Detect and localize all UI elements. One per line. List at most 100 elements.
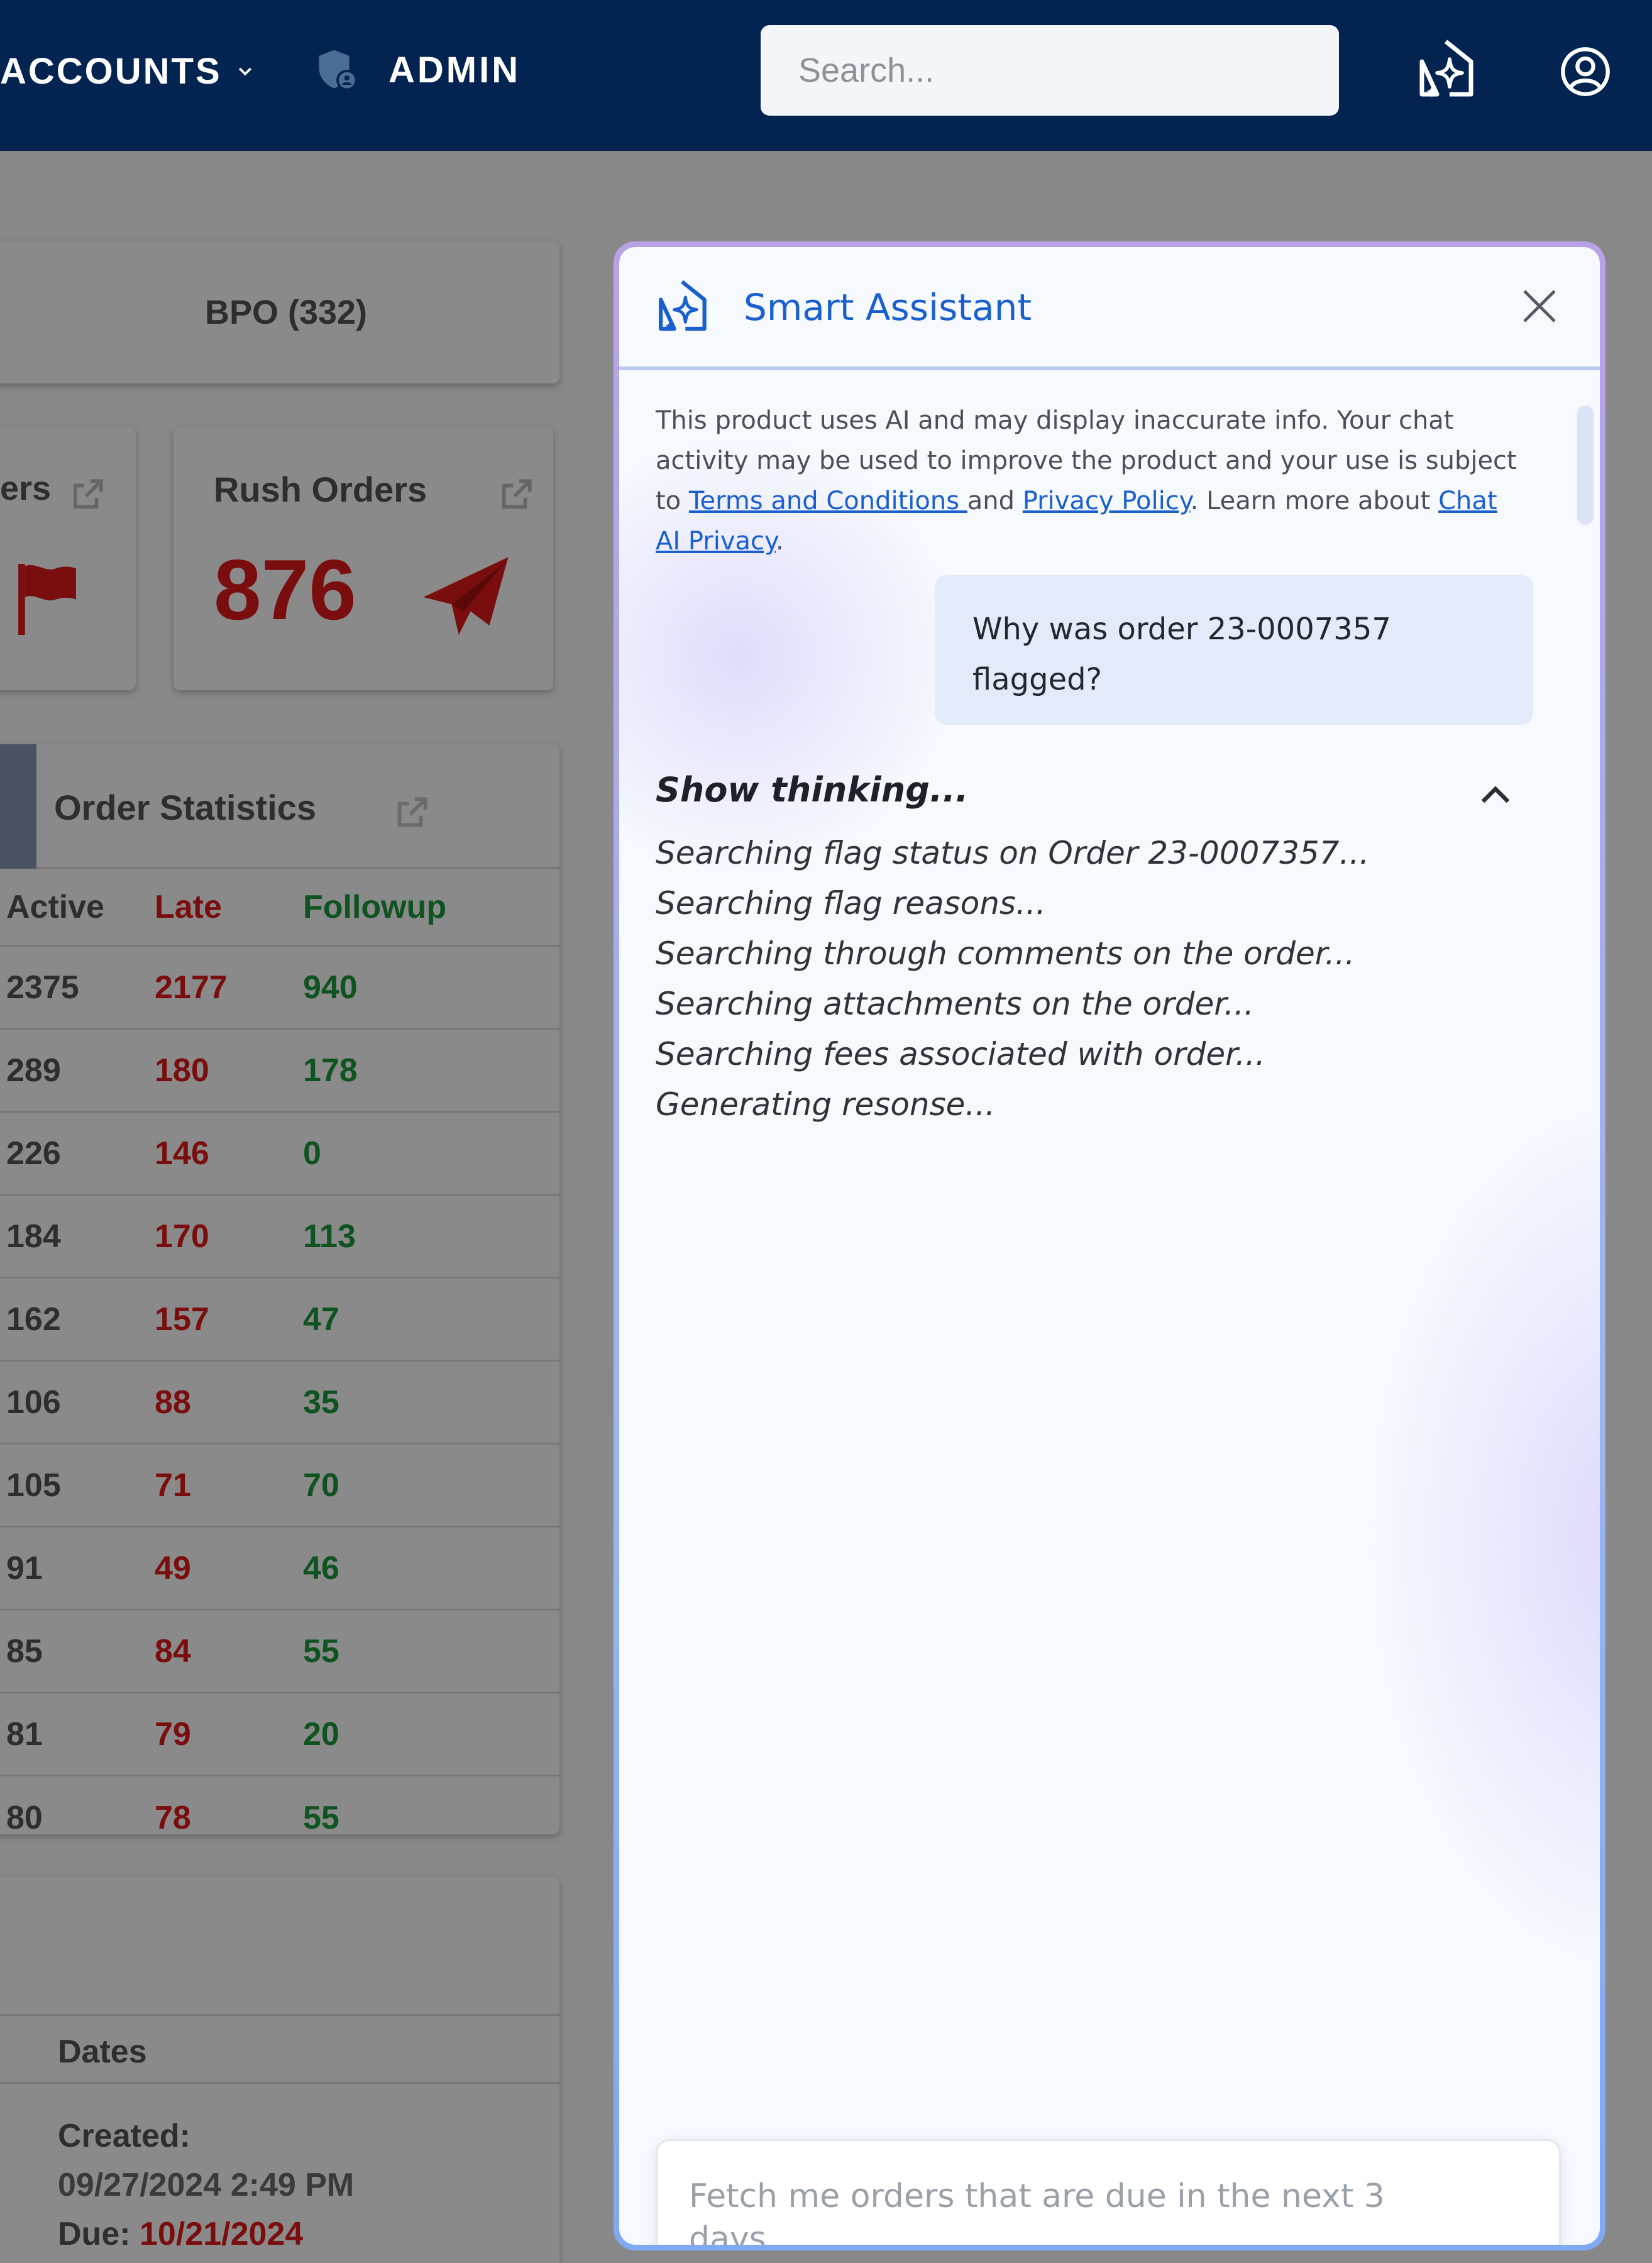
created-label: Created:	[58, 2118, 190, 2154]
table-row[interactable]: 81 79 20	[0, 1693, 559, 1776]
cell-active: 184	[6, 1218, 61, 1255]
external-link-icon[interactable]	[498, 476, 534, 513]
cell-late: 180	[155, 1052, 209, 1089]
table-row[interactable]: 184 170 113	[0, 1196, 559, 1279]
created-value: 09/27/2024 2:49 PM	[58, 2167, 355, 2203]
cell-active: 81	[6, 1715, 43, 1753]
table-row[interactable]: 91 49 46	[0, 1528, 559, 1611]
ai-home-sparkle-icon[interactable]	[1414, 36, 1477, 106]
cell-late: 170	[155, 1218, 209, 1255]
cell-late: 146	[155, 1135, 209, 1172]
due-value: 10/21/2024	[140, 2216, 304, 2252]
search-input[interactable]	[761, 25, 1339, 116]
thinking-step: Generating resonse...	[656, 1086, 996, 1123]
table-row[interactable]: 226 146 0	[0, 1113, 559, 1196]
paper-plane-icon	[423, 557, 509, 635]
assistant-header: Smart Assistant	[619, 247, 1600, 370]
cell-followup: 55	[303, 1633, 339, 1670]
thinking-steps-list: Searching flag status on Order 23-000735…	[656, 828, 1369, 1130]
cell-late: 78	[155, 1800, 191, 1834]
rush-orders-count: 876	[214, 542, 356, 637]
table-row[interactable]: 162 157 47	[0, 1279, 559, 1362]
cell-active: 105	[6, 1467, 61, 1504]
table-row[interactable]: 289 180 178	[0, 1030, 559, 1113]
dates-header: Dates	[58, 2034, 147, 2070]
show-thinking-toggle[interactable]: Show thinking...	[656, 770, 968, 810]
disclaimer-text: .	[776, 527, 784, 556]
thinking-step: Searching flag reasons...	[656, 885, 1046, 922]
divider	[0, 2082, 559, 2084]
thinking-step: Searching fees associated with order...	[656, 1036, 1265, 1072]
nav-admin-link[interactable]: ADMIN	[314, 47, 520, 93]
user-account-icon[interactable]	[1559, 45, 1612, 98]
cell-active: 162	[6, 1301, 61, 1338]
terms-link[interactable]: Terms and Conditions	[689, 487, 967, 515]
chevron-down-icon	[238, 67, 251, 75]
cell-late: 2177	[155, 969, 228, 1006]
close-icon[interactable]	[1519, 286, 1560, 326]
table-row[interactable]: 2375 2177 940	[0, 947, 559, 1030]
user-message-bubble: Why was order 23-0007357 flagged?	[935, 575, 1533, 725]
divider	[0, 2014, 559, 2016]
cell-late: 88	[155, 1384, 191, 1421]
cell-followup: 178	[303, 1052, 358, 1089]
cell-active: 80	[6, 1800, 43, 1834]
smart-assistant-panel: Smart Assistant This product uses AI and…	[614, 241, 1605, 2250]
flagged-orders-tile[interactable]: ers	[0, 427, 136, 690]
table-row[interactable]: 106 88 35	[0, 1362, 559, 1445]
bpo-card[interactable]: BPO (332)	[0, 241, 559, 383]
due-label: Due:	[58, 2216, 131, 2252]
order-statistics-card: Order Statistics Active Late Followup 23…	[0, 744, 559, 1834]
external-link-icon[interactable]	[394, 795, 430, 831]
rush-orders-tile[interactable]: Rush Orders 876	[173, 427, 553, 690]
smart-assistant-body: Smart Assistant This product uses AI and…	[619, 247, 1600, 2245]
rush-orders-title: Rush Orders	[214, 470, 427, 509]
cell-active: 106	[6, 1384, 61, 1421]
cell-followup: 46	[303, 1550, 339, 1587]
cell-followup: 113	[303, 1218, 356, 1255]
column-header-late[interactable]: Late	[155, 888, 222, 926]
chat-input[interactable]	[689, 2175, 1431, 2245]
cell-active: 91	[6, 1550, 43, 1587]
due-row: Due: 10/21/2024	[58, 2215, 303, 2253]
cell-followup: 20	[303, 1715, 339, 1753]
cell-followup: 55	[303, 1800, 339, 1834]
cell-active: 2375	[6, 969, 79, 1006]
ai-home-sparkle-icon	[659, 280, 707, 333]
tile-title: ers	[0, 470, 52, 507]
table-header-row: Active Late Followup	[0, 869, 559, 947]
table-row[interactable]: 80 78 55	[0, 1776, 559, 1834]
nav-admin-label: ADMIN	[388, 49, 521, 91]
disclaimer-text: and	[967, 487, 1023, 515]
table-row[interactable]: 85 84 55	[0, 1611, 559, 1693]
cell-followup: 0	[303, 1135, 321, 1172]
thinking-step: Searching flag status on Order 23-000735…	[656, 835, 1370, 871]
ai-disclaimer: This product uses AI and may display ina…	[656, 400, 1523, 561]
cell-late: 71	[155, 1467, 191, 1504]
chevron-up-icon[interactable]	[1477, 776, 1514, 814]
message-composer	[656, 2139, 1561, 2245]
nav-accounts-label: ACCOUNTS	[0, 51, 222, 92]
cell-late: 49	[155, 1550, 191, 1587]
assistant-title: Smart Assistant	[744, 286, 1032, 329]
cell-late: 84	[155, 1633, 191, 1670]
table-row[interactable]: 105 71 70	[0, 1445, 559, 1528]
cell-followup: 35	[303, 1384, 339, 1421]
flag-icon	[18, 564, 76, 635]
thinking-step: Searching attachments on the order...	[656, 986, 1254, 1022]
column-header-followup[interactable]: Followup	[303, 888, 446, 926]
scrollbar-thumb[interactable]	[1577, 405, 1594, 525]
cell-active: 226	[6, 1135, 61, 1172]
column-header-active[interactable]: Active	[6, 888, 104, 926]
bpo-label: BPO (332)	[204, 294, 368, 331]
privacy-policy-link[interactable]: Privacy Policy	[1023, 487, 1191, 515]
nav-accounts-menu[interactable]: ACCOUNTS	[0, 50, 255, 92]
top-nav: ACCOUNTS ADMIN	[0, 0, 1652, 151]
order-statistics-title: Order Statistics	[54, 788, 317, 827]
order-statistics-header: Order Statistics	[0, 744, 559, 869]
cell-late: 79	[155, 1715, 191, 1753]
dates-card: Dates Created: 09/27/2024 2:49 PM Due: 1…	[0, 1877, 559, 2263]
external-link-icon[interactable]	[69, 476, 106, 513]
cell-followup: 47	[303, 1301, 339, 1338]
cell-late: 157	[155, 1301, 209, 1338]
